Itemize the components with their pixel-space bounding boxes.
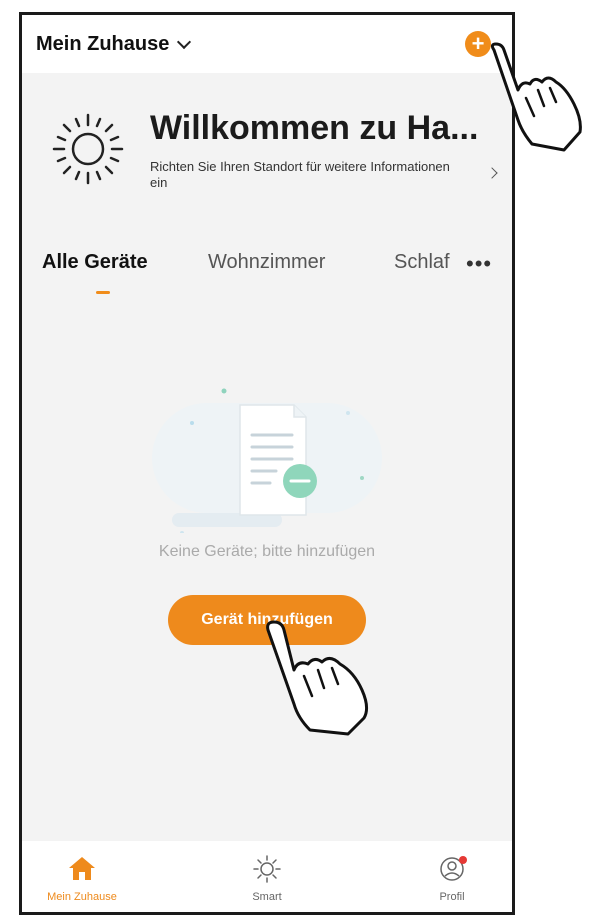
- welcome-banner[interactable]: Willkommen zu Ha... Richten Sie Ihren St…: [22, 103, 512, 213]
- active-tab-indicator: [96, 291, 110, 294]
- bottom-navigation: Mein Zuhause Smart Profil: [22, 841, 512, 912]
- nav-label-smart: Smart: [252, 891, 282, 903]
- more-tabs-icon[interactable]: •••: [466, 251, 492, 277]
- nav-label-home: Mein Zuhause: [47, 891, 117, 903]
- sun-icon: [52, 113, 124, 185]
- home-icon: [69, 857, 95, 880]
- hand-pointer-icon: [266, 620, 369, 736]
- room-tabs: Alle Geräte Wohnzimmer Schlaf •••: [22, 241, 512, 301]
- empty-state-message: Keine Geräte; bitte hinzufügen: [158, 543, 376, 560]
- phone-screen: Mein Zuhause + Willkommen zu Ha... Richt…: [19, 12, 515, 915]
- hand-pointer-icon: [490, 42, 582, 152]
- top-bar: Mein Zuhause +: [22, 15, 512, 73]
- welcome-title: Willkommen zu Ha...: [150, 109, 479, 147]
- empty-document-illustration: [152, 388, 382, 533]
- sun-icon: [253, 855, 281, 883]
- chevron-down-icon: [177, 34, 192, 50]
- screenshot-stage: Mein Zuhause + Willkommen zu Ha... Richt…: [0, 0, 592, 917]
- home-name: Mein Zuhause: [36, 33, 170, 55]
- tab-schlafzimmer[interactable]: Schlaf: [394, 251, 450, 274]
- home-selector[interactable]: Mein Zuhause: [36, 33, 192, 56]
- nav-label-profile: Profil: [439, 891, 465, 903]
- tab-wohnzimmer[interactable]: Wohnzimmer: [208, 251, 325, 274]
- chevron-right-icon: [486, 167, 498, 179]
- profile-icon: [440, 856, 467, 881]
- tab-alle-geraete[interactable]: Alle Geräte: [42, 251, 148, 274]
- welcome-subtitle: Richten Sie Ihren Standort für weitere I…: [150, 159, 450, 190]
